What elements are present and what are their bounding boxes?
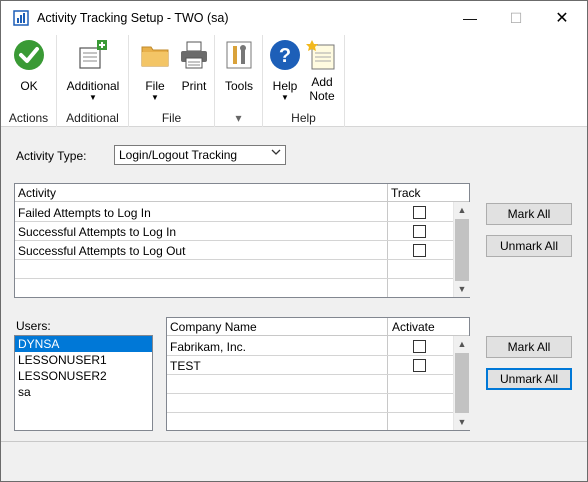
- table-row[interactable]: Successful Attempts to Log In: [15, 222, 453, 241]
- group-label-actions: Actions: [8, 111, 49, 125]
- status-bar: [1, 441, 587, 481]
- ribbon: OK Actions Additional ▼ Additional File …: [1, 35, 587, 127]
- help-label: Help: [272, 79, 298, 93]
- minimize-button[interactable]: —: [447, 1, 493, 35]
- activity-type-value: Login/Logout Tracking: [119, 148, 238, 162]
- help-question-icon: ?: [269, 39, 301, 71]
- help-dropdown-icon: ▼: [281, 93, 289, 102]
- scroll-down-icon[interactable]: ▼: [454, 281, 470, 297]
- company-grid-header: Company Name Activate: [167, 318, 469, 336]
- scroll-up-icon[interactable]: ▲: [454, 202, 470, 218]
- tools-button[interactable]: Tools: [219, 39, 259, 93]
- ribbon-group-actions: OK Actions: [1, 35, 57, 127]
- ok-label: OK: [20, 79, 38, 93]
- table-row[interactable]: [167, 375, 453, 394]
- tools-group-expander-icon[interactable]: ▾: [215, 111, 262, 125]
- tools-label: Tools: [224, 79, 253, 93]
- activity-grid: Activity Track Failed Attempts to Log In…: [14, 183, 470, 298]
- activate-column-header: Activate: [392, 320, 435, 334]
- activity-mark-all-button[interactable]: Mark All: [486, 203, 572, 225]
- list-item[interactable]: LESSONUSER2: [15, 368, 152, 384]
- company-grid: Company Name Activate Fabrikam, Inc. TES…: [166, 317, 470, 431]
- activate-checkbox[interactable]: [413, 359, 426, 372]
- users-listbox[interactable]: DYNSA LESSONUSER1 LESSONUSER2 sa: [14, 335, 153, 431]
- group-label-additional: Additional: [66, 111, 119, 125]
- chevron-down-icon: [271, 147, 281, 160]
- table-row[interactable]: [15, 260, 453, 279]
- ribbon-group-tools: Tools ▾: [215, 35, 263, 127]
- tools-icon: [223, 39, 255, 71]
- help-button[interactable]: ? Help ▼: [267, 39, 303, 102]
- activity-column-header: Activity: [18, 186, 57, 200]
- table-row[interactable]: [167, 413, 453, 432]
- activity-grid-header: Activity Track: [15, 184, 469, 202]
- company-name: TEST: [170, 359, 201, 373]
- users-label: Users:: [16, 319, 51, 333]
- track-column-header: Track: [391, 186, 421, 200]
- app-chart-icon: [13, 10, 29, 26]
- svg-text:?: ?: [279, 45, 291, 67]
- activity-grid-scrollbar[interactable]: ▲ ▼: [453, 202, 470, 297]
- group-label-help: Help: [291, 111, 316, 125]
- scroll-thumb[interactable]: [455, 353, 469, 413]
- ok-check-icon: [13, 39, 45, 71]
- print-button[interactable]: Print: [175, 39, 213, 93]
- print-label: Print: [181, 79, 207, 93]
- add-note-icon: [306, 39, 338, 71]
- add-note-button[interactable]: Add Note: [303, 39, 341, 103]
- ribbon-group-additional: Additional ▼ Additional: [57, 35, 129, 127]
- title-bar: Activity Tracking Setup - TWO (sa) — ☐ ✕: [1, 1, 587, 35]
- add-note-label: Add Note: [309, 75, 335, 103]
- track-checkbox[interactable]: [413, 244, 426, 257]
- close-button[interactable]: ✕: [539, 1, 585, 35]
- table-row[interactable]: Successful Attempts to Log Out: [15, 241, 453, 260]
- additional-label: Additional: [66, 79, 120, 93]
- table-row[interactable]: Failed Attempts to Log In: [15, 203, 453, 222]
- company-unmark-all-button[interactable]: Unmark All: [486, 368, 572, 390]
- list-item[interactable]: LESSONUSER1: [15, 352, 152, 368]
- table-row[interactable]: TEST: [167, 356, 453, 375]
- group-label-file: File: [161, 111, 182, 125]
- table-row[interactable]: [15, 279, 453, 298]
- list-item[interactable]: sa: [15, 384, 152, 400]
- scroll-up-icon[interactable]: ▲: [454, 336, 470, 352]
- company-grid-scrollbar[interactable]: ▲ ▼: [453, 336, 470, 430]
- folder-icon: [139, 39, 171, 71]
- activity-unmark-all-button[interactable]: Unmark All: [486, 235, 572, 257]
- file-button[interactable]: File ▼: [135, 39, 175, 102]
- activity-name: Successful Attempts to Log In: [18, 225, 177, 239]
- list-item[interactable]: DYNSA: [15, 336, 152, 352]
- activity-type-select[interactable]: Login/Logout Tracking: [114, 145, 286, 165]
- activate-checkbox[interactable]: [413, 340, 426, 353]
- file-label: File: [145, 79, 165, 93]
- additional-dropdown-icon: ▼: [89, 93, 97, 102]
- activity-name: Failed Attempts to Log In: [18, 206, 151, 220]
- activity-type-label: Activity Type:: [16, 149, 87, 163]
- file-dropdown-icon: ▼: [151, 93, 159, 102]
- table-row[interactable]: Fabrikam, Inc.: [167, 337, 453, 356]
- company-name: Fabrikam, Inc.: [170, 340, 247, 354]
- table-row[interactable]: [167, 394, 453, 413]
- activity-name: Successful Attempts to Log Out: [18, 244, 186, 258]
- printer-icon: [178, 39, 210, 71]
- track-checkbox[interactable]: [413, 225, 426, 238]
- ok-button[interactable]: OK: [7, 39, 51, 93]
- ribbon-group-file: File ▼ Print File: [129, 35, 215, 127]
- window-title: Activity Tracking Setup - TWO (sa): [37, 11, 229, 25]
- additional-button[interactable]: Additional ▼: [61, 39, 125, 102]
- activity-tracking-setup-window: Activity Tracking Setup - TWO (sa) — ☐ ✕…: [0, 0, 588, 482]
- scroll-down-icon[interactable]: ▼: [454, 414, 470, 430]
- ribbon-group-help: ? Help ▼ Add Note Help: [263, 35, 345, 127]
- maximize-button[interactable]: ☐: [493, 1, 539, 35]
- company-name-column-header: Company Name: [170, 320, 257, 334]
- track-checkbox[interactable]: [413, 206, 426, 219]
- additional-add-icon: [77, 39, 109, 71]
- scroll-thumb[interactable]: [455, 219, 469, 281]
- company-mark-all-button[interactable]: Mark All: [486, 336, 572, 358]
